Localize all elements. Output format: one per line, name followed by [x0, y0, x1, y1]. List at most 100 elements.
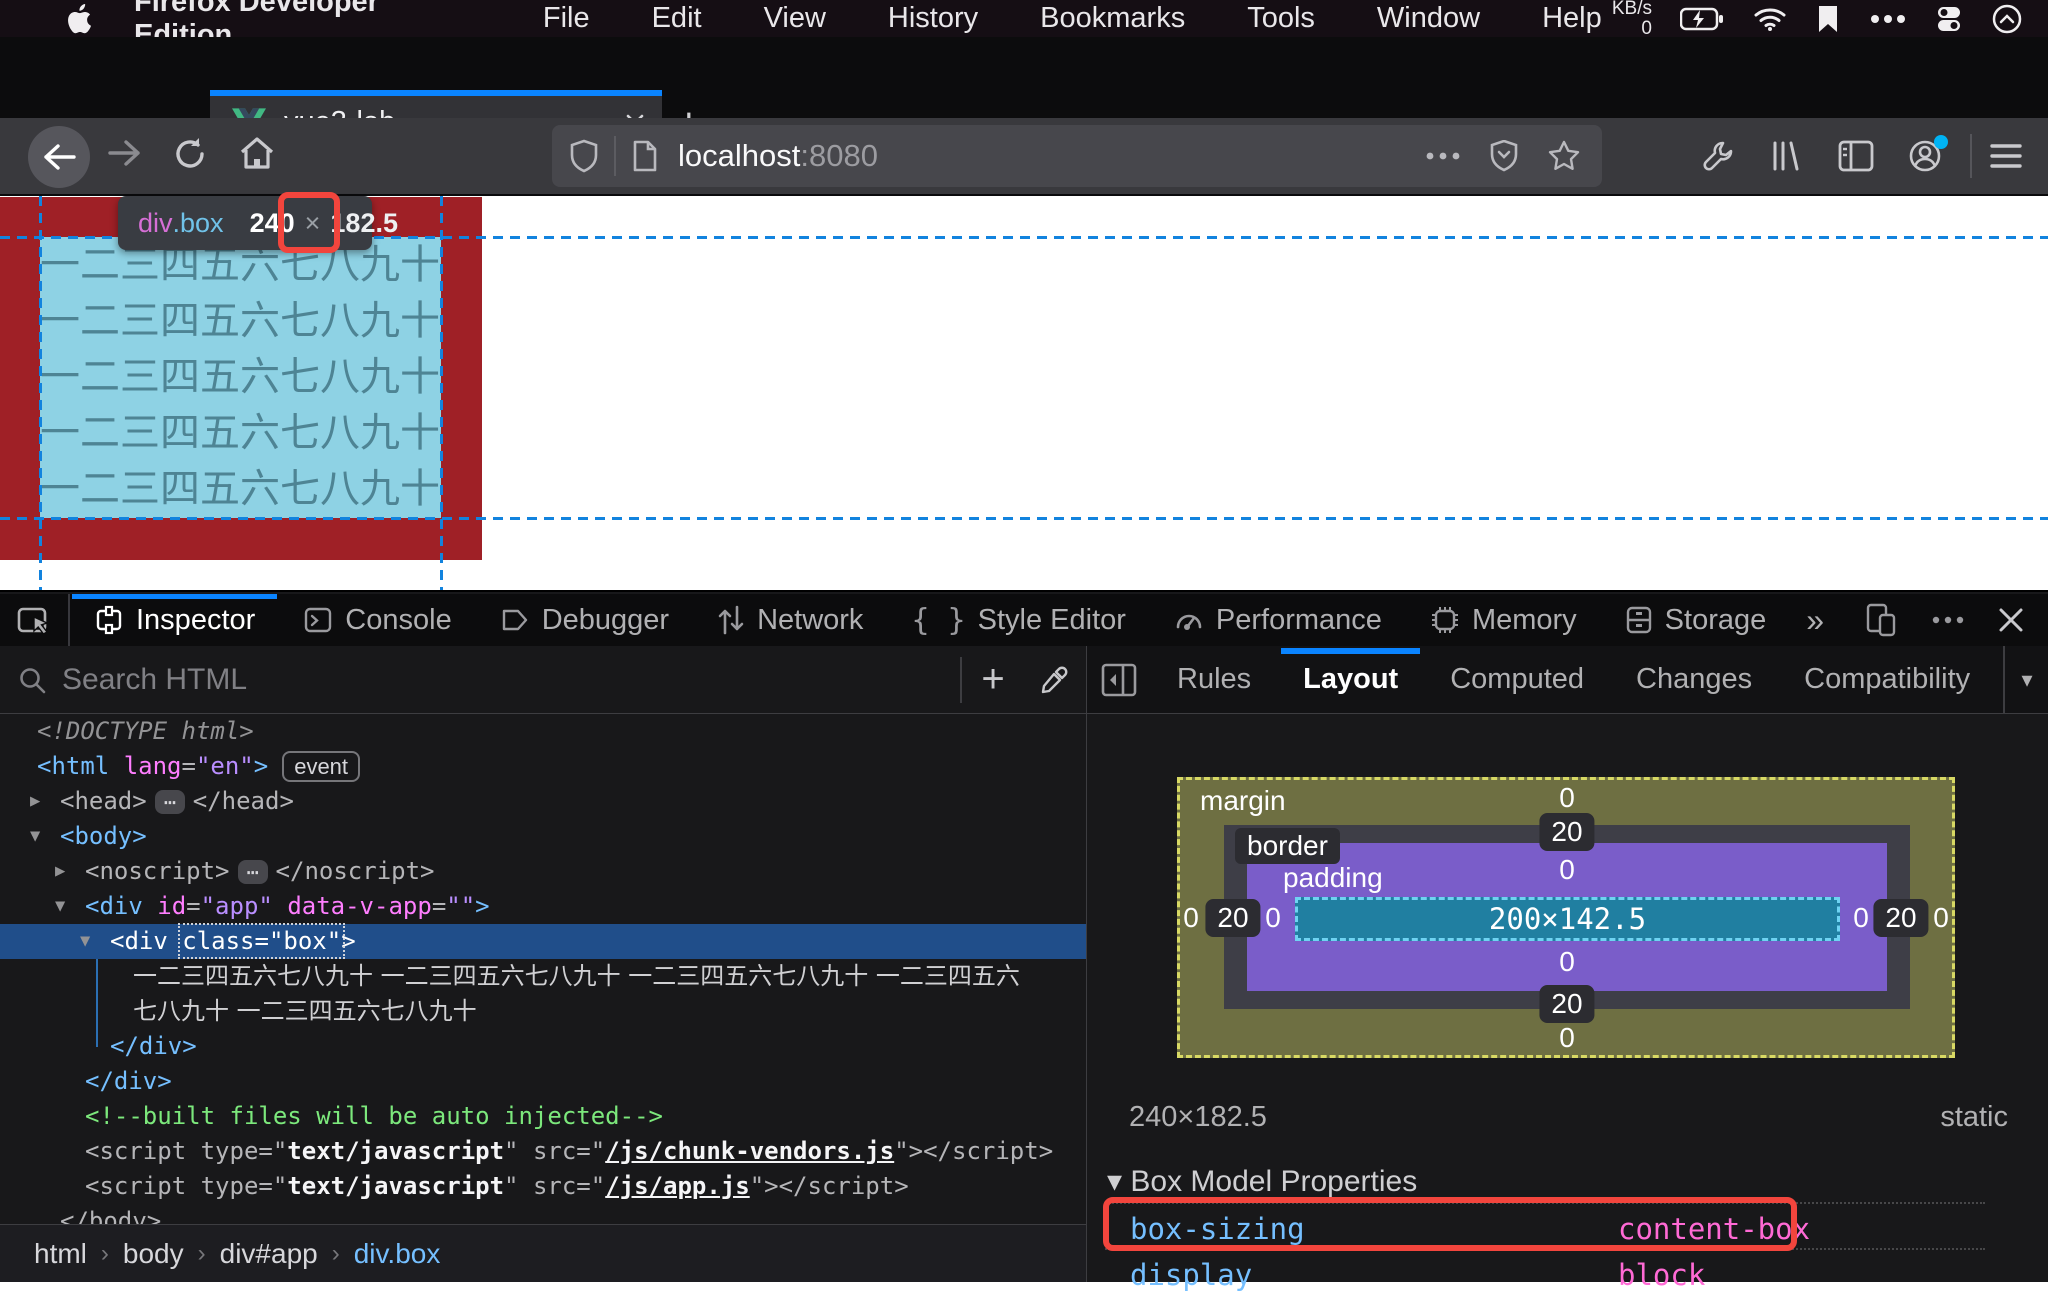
menu-view[interactable]: View	[764, 2, 826, 35]
reload-button[interactable]	[172, 136, 208, 172]
tab-debugger[interactable]: Debugger	[476, 594, 693, 646]
devtools-close-icon[interactable]	[1998, 607, 2024, 633]
tab-performance[interactable]: Performance	[1150, 594, 1406, 646]
twisty-closed-icon[interactable]: ▶	[30, 784, 40, 819]
tab-rules[interactable]: Rules	[1151, 646, 1277, 714]
style-editor-icon: { }	[911, 602, 966, 638]
tab-memory[interactable]: Memory	[1406, 594, 1601, 646]
markup-row[interactable]: <!--built files will be auto injected-->	[0, 1099, 1086, 1134]
markup-row[interactable]: </div>	[0, 1064, 1086, 1099]
markup-row[interactable]: <html lang="en"> event	[0, 749, 1086, 784]
back-button[interactable]	[28, 126, 90, 188]
markup-row[interactable]: ▼ <body>	[0, 819, 1086, 854]
code-token-plain: "	[590, 1172, 606, 1200]
tab-network[interactable]: Network	[693, 594, 887, 646]
account-icon[interactable]	[1908, 135, 1948, 173]
more-menu-icon[interactable]	[1870, 14, 1906, 24]
eyedropper-icon[interactable]	[1024, 665, 1086, 695]
property-row-display[interactable]: display block	[1105, 1248, 1985, 1294]
padding-left-value[interactable]: 0	[1265, 902, 1281, 934]
border-left-value[interactable]: 20	[1205, 899, 1261, 937]
margin-left-value[interactable]: 0	[1183, 902, 1199, 934]
markup-row[interactable]: ▶ <head> ⋯ </head>	[0, 784, 1086, 819]
menubar-extra-icon[interactable]	[1816, 5, 1840, 32]
add-node-button[interactable]: +	[962, 657, 1024, 702]
menu-file[interactable]: File	[543, 2, 590, 35]
boxmodel-content-region[interactable]: 200×142.5	[1295, 897, 1840, 941]
padding-top-value[interactable]: 0	[1559, 854, 1575, 886]
crumb-html[interactable]: html	[34, 1238, 87, 1270]
menu-tools[interactable]: Tools	[1247, 2, 1315, 35]
tab-changes[interactable]: Changes	[1610, 646, 1778, 714]
sidebar-tabs-dropdown-icon[interactable]: ▾	[2005, 667, 2048, 693]
console-icon	[305, 607, 332, 633]
padding-bottom-value[interactable]: 0	[1559, 946, 1575, 978]
forward-button[interactable]	[108, 138, 142, 168]
collapse-sidebar-icon[interactable]	[1101, 663, 1137, 697]
search-html-input[interactable]	[60, 661, 960, 698]
markup-row[interactable]: <script type="text/javascript" src="/js/…	[0, 1134, 1086, 1169]
twisty-closed-icon[interactable]: ▶	[55, 854, 65, 889]
menu-bookmarks[interactable]: Bookmarks	[1040, 2, 1185, 35]
pocket-shield-icon[interactable]	[1490, 140, 1518, 172]
padding-right-value[interactable]: 0	[1853, 902, 1869, 934]
tab-computed[interactable]: Computed	[1424, 646, 1610, 714]
responsive-design-icon[interactable]	[1864, 603, 1898, 637]
crumb-div-app[interactable]: div#app	[220, 1238, 318, 1270]
tab-compatibility[interactable]: Compatibility	[1778, 646, 1996, 714]
page-info-icon[interactable]	[632, 140, 658, 172]
code-token-plain: src=	[518, 1172, 591, 1200]
margin-bottom-value[interactable]: 0	[1559, 1022, 1575, 1054]
box-model-properties-header[interactable]: ▾ Box Model Properties	[1107, 1164, 1417, 1199]
border-right-value[interactable]: 20	[1873, 899, 1929, 937]
debugger-icon	[502, 609, 527, 631]
menu-edit[interactable]: Edit	[652, 2, 702, 35]
menu-help[interactable]: Help	[1542, 2, 1602, 35]
tab-storage[interactable]: Storage	[1601, 594, 1791, 646]
menu-window[interactable]: Window	[1377, 2, 1480, 35]
more-tools-chevron[interactable]: »	[1790, 602, 1840, 639]
margin-top-value[interactable]: 0	[1559, 782, 1575, 814]
sidebar-toggle-icon[interactable]	[1838, 140, 1874, 172]
apple-menu-icon[interactable]	[66, 3, 92, 34]
menu-history[interactable]: History	[888, 2, 978, 35]
library-icon[interactable]	[1770, 139, 1804, 173]
tab-layout[interactable]: Layout	[1277, 646, 1424, 714]
markup-row-selected[interactable]: ▼ <div class="box">	[0, 923, 1086, 959]
home-button[interactable]	[238, 135, 276, 171]
tracking-protection-shield-icon[interactable]	[570, 139, 598, 173]
twisty-open-icon[interactable]: ▼	[80, 924, 90, 959]
url-bar[interactable]: localhost:8080	[552, 125, 1602, 187]
markup-row[interactable]: <!DOCTYPE html>	[0, 714, 1086, 749]
markup-row[interactable]: 一二三四五六七八九十 一二三四五六七八九十 一二三四五六七八九十 一二三四五六	[0, 959, 1086, 994]
markup-row[interactable]: 七八九十 一二三四五六七八九十	[0, 994, 1086, 1029]
tab-fonts-truncated[interactable]: Fon	[1996, 646, 2003, 714]
control-center-icon[interactable]	[1936, 6, 1962, 32]
markup-row[interactable]: ▶ <noscript> ⋯ </noscript>	[0, 854, 1086, 889]
crumb-body[interactable]: body	[123, 1238, 184, 1270]
pick-element-icon[interactable]	[0, 594, 70, 646]
markup-row[interactable]: </body>	[0, 1204, 1086, 1224]
margin-right-value[interactable]: 0	[1933, 902, 1949, 934]
twisty-open-icon[interactable]: ▼	[55, 889, 65, 924]
border-bottom-value[interactable]: 20	[1539, 985, 1595, 1023]
border-top-value[interactable]: 20	[1539, 813, 1595, 851]
wifi-icon[interactable]	[1754, 7, 1786, 31]
battery-icon[interactable]	[1680, 7, 1724, 31]
bookmark-star-icon[interactable]	[1548, 140, 1580, 172]
notification-center-icon[interactable]	[1992, 4, 2022, 34]
devtools-wrench-icon[interactable]	[1702, 139, 1736, 173]
markup-row[interactable]: ▼ <div id="app" data-v-app="">	[0, 889, 1086, 924]
page-actions-icon[interactable]	[1426, 152, 1460, 160]
crumb-div-box[interactable]: div.box	[354, 1238, 441, 1270]
code-token-badge: event	[282, 751, 361, 782]
hamburger-menu-icon[interactable]	[1990, 143, 2022, 169]
devtools-meatball-menu-icon[interactable]	[1932, 616, 1964, 624]
tab-style-editor[interactable]: { } Style Editor	[887, 594, 1149, 646]
tab-console[interactable]: Console	[279, 594, 475, 646]
markup-row[interactable]: </div>	[0, 1029, 1086, 1064]
inspector-icon	[96, 605, 122, 635]
markup-row[interactable]: <script type="text/javascript" src="/js/…	[0, 1169, 1086, 1204]
tab-inspector[interactable]: Inspector	[70, 594, 279, 646]
twisty-open-icon[interactable]: ▼	[30, 819, 40, 854]
